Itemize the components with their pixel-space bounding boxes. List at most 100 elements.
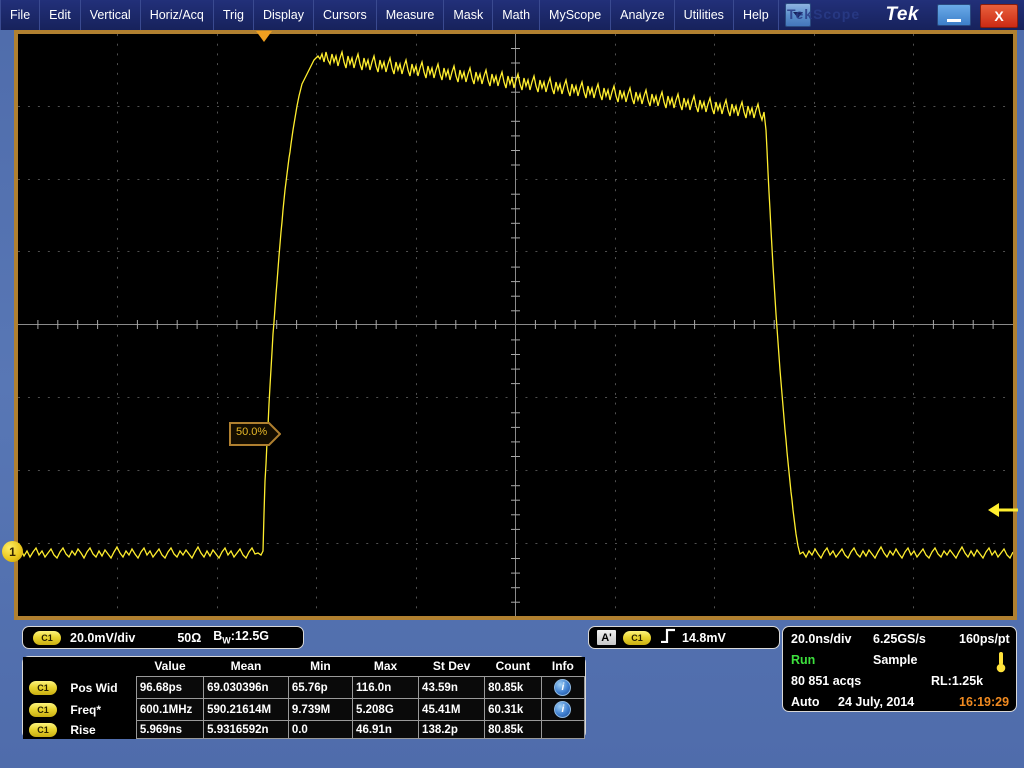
cursor-50-percent-flag[interactable]: 50.0% [229, 422, 281, 451]
measurement-min: 9.739M [288, 699, 352, 721]
menu-item-vertical[interactable]: Vertical [81, 0, 141, 30]
status-row-timebase: 20.0ns/div 6.25GS/s 160ps/pt [791, 630, 1008, 651]
minimize-bar [947, 19, 961, 22]
run-state[interactable]: Run [791, 653, 815, 667]
header-stdev: St Dev [419, 657, 485, 677]
close-button[interactable]: X [980, 4, 1018, 28]
trigger-readout[interactable]: A' C1 14.8mV [588, 626, 780, 649]
measurement-count: 80.85k [485, 721, 542, 739]
ch1-badge: C1 [29, 681, 57, 695]
menu-item-edit[interactable]: Edit [40, 0, 81, 30]
header-spacer-badge [23, 657, 67, 677]
thermometer-svg [994, 651, 1008, 673]
time-per-div: 20.0ns/div [791, 632, 851, 646]
menu-item-cursors[interactable]: Cursors [314, 0, 377, 30]
measurement-value: 5.969ns [136, 721, 203, 739]
measurement-value: 96.68ps [136, 677, 203, 699]
measurement-min: 65.76p [288, 677, 352, 699]
measurement-min: 0.0 [288, 721, 352, 739]
record-length: RL:1.25k [931, 674, 983, 688]
status-row-acqs: 80 851 acqs RL:1.25k [791, 672, 1008, 693]
ch1-badge: C1 [29, 703, 57, 717]
header-min: Min [288, 657, 352, 677]
menu-item-display[interactable]: Display [254, 0, 314, 30]
menu-item-measure[interactable]: Measure [377, 0, 445, 30]
measurement-max: 116.0n [353, 677, 419, 699]
measurement-name: Freq* [67, 699, 136, 721]
date-label: 24 July, 2014 [838, 695, 914, 709]
measurement-stdev: 43.59n [419, 677, 485, 699]
menu-item-utilities[interactable]: Utilities [675, 0, 734, 30]
minimize-icon[interactable] [937, 4, 971, 26]
trigger-level-arrow-icon[interactable] [988, 502, 1018, 523]
menu-item-trig[interactable]: Trig [214, 0, 254, 30]
menu-item-math[interactable]: Math [493, 0, 540, 30]
oscilloscope-window: File Edit Vertical Horiz/Acq Trig Displa… [0, 0, 1024, 768]
measurement-stdev: 138.2p [419, 721, 485, 739]
measurement-count: 60.31k [485, 699, 542, 721]
measurement-mean: 590.21614M [204, 699, 289, 721]
ch1-badge: C1 [29, 723, 57, 737]
measurement-header-row: Value Mean Min Max St Dev Count Info [23, 657, 585, 677]
trigger-position-triangle-icon[interactable] [256, 31, 272, 42]
trigger-level-thermometer-icon [994, 651, 1008, 678]
measurement-value: 600.1MHz [136, 699, 203, 721]
measurement-name: Rise [67, 721, 136, 739]
trigger-level-value: 14.8mV [682, 631, 726, 645]
ch1-badge: C1 [33, 631, 61, 645]
measurement-mean: 69.030396n [204, 677, 289, 699]
measurement-count: 80.85k [485, 677, 542, 699]
acq-mode: Sample [873, 653, 917, 667]
window-watermark: TekScope [787, 6, 860, 22]
sample-rate: 6.25GS/s [873, 632, 926, 646]
menu-item-analyze[interactable]: Analyze [611, 0, 674, 30]
menu-item-file[interactable]: File [0, 0, 40, 30]
header-count: Count [485, 657, 542, 677]
ch1-vertical-readout[interactable]: C1 20.0mV/div 50Ω BW:12.5G [22, 626, 304, 649]
ch1-bandwidth: BW:12.5G [213, 629, 269, 646]
measurement-max: 46.91n [353, 721, 419, 739]
status-row-runstate: Run Sample [791, 651, 1008, 672]
waveform-plot-area[interactable] [18, 34, 1013, 616]
info-glyph: i [554, 679, 571, 696]
cursor-flag-label: 50.0% [236, 426, 267, 438]
table-row[interactable]: C1 Pos Wid 96.68ps 69.030396n 65.76p 116… [23, 677, 585, 699]
bw-value: :12.5G [231, 629, 269, 643]
table-row[interactable]: C1 Rise 5.969ns 5.9316592n 0.0 46.91n 13… [23, 721, 585, 739]
info-icon[interactable]: i [541, 677, 584, 699]
bw-subscript: W [222, 636, 231, 646]
waveform-svg [18, 34, 1013, 616]
trigger-mode: Auto [791, 695, 819, 709]
bw-prefix: B [213, 629, 222, 643]
menu-item-horiz-acq[interactable]: Horiz/Acq [141, 0, 214, 30]
header-max: Max [353, 657, 419, 677]
trigger-source-badge: A' [597, 630, 616, 645]
measurement-mean: 5.9316592n [204, 721, 289, 739]
menu-item-myscope[interactable]: MyScope [540, 0, 611, 30]
measurement-table: Value Mean Min Max St Dev Count Info C1 … [23, 657, 585, 739]
measurement-panel[interactable]: Value Mean Min Max St Dev Count Info C1 … [22, 656, 586, 739]
trigger-channel-badge: C1 [623, 631, 651, 645]
rising-edge-icon [660, 628, 676, 648]
measurement-max: 5.208G [353, 699, 419, 721]
info-glyph: i [554, 701, 571, 718]
info-empty [541, 721, 584, 739]
header-info: Info [541, 657, 584, 677]
row-channel-badge: C1 [23, 677, 67, 699]
measurement-name: Pos Wid [67, 677, 136, 699]
menu-item-help[interactable]: Help [734, 0, 779, 30]
time-label: 16:19:29 [959, 695, 1009, 709]
acquisition-status-panel[interactable]: 20.0ns/div 6.25GS/s 160ps/pt Run Sample … [782, 626, 1017, 712]
resolution: 160ps/pt [959, 632, 1010, 646]
measurement-stdev: 45.41M [419, 699, 485, 721]
table-row[interactable]: C1 Freq* 600.1MHz 590.21614M 9.739M 5.20… [23, 699, 585, 721]
rising-edge-svg [660, 628, 676, 643]
header-mean: Mean [204, 657, 289, 677]
ch1-ground-reference-marker[interactable]: 1 [2, 541, 23, 562]
menu-item-mask[interactable]: Mask [444, 0, 493, 30]
tek-brand-logo: Tek [885, 4, 919, 26]
ch1-ground-label: 1 [9, 545, 16, 559]
status-row-datetime: Auto 24 July, 2014 16:19:29 [791, 693, 1008, 714]
info-icon[interactable]: i [541, 699, 584, 721]
row-channel-badge: C1 [23, 699, 67, 721]
